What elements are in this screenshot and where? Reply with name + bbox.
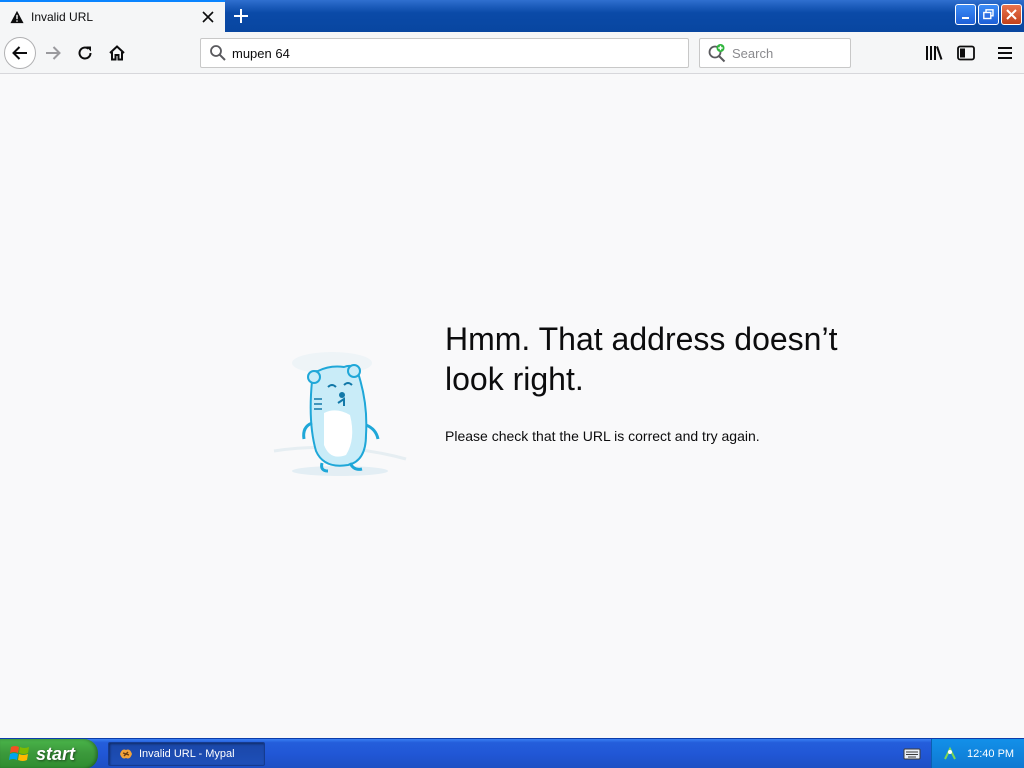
search-icon <box>210 45 226 61</box>
error-title: Hmm. That address doesn’t look right. <box>445 321 838 397</box>
start-label: start <box>36 743 76 764</box>
start-button[interactable]: start <box>0 739 98 768</box>
home-button[interactable] <box>101 37 133 69</box>
library-button[interactable] <box>918 37 950 69</box>
arrow-left-icon <box>12 46 27 60</box>
mypal-app-icon <box>120 749 132 759</box>
close-icon <box>1006 9 1017 20</box>
tab-invalid-url[interactable]: Invalid URL <box>0 0 225 32</box>
system-tray: 12:40 PM <box>931 739 1024 768</box>
close-icon <box>202 11 214 23</box>
windows-logo-icon <box>9 746 29 761</box>
tab-title: Invalid URL <box>31 10 94 24</box>
window-close-button[interactable] <box>1001 4 1022 25</box>
title-bar: Invalid URL <box>0 0 1024 32</box>
minimize-button[interactable] <box>955 4 976 25</box>
library-icon <box>926 46 943 60</box>
home-icon <box>109 45 125 61</box>
taskbar-window-label: Invalid URL - Mypal <box>139 748 235 760</box>
restore-icon <box>983 9 994 20</box>
arrow-right-icon <box>46 46 61 60</box>
search-engine-icon <box>708 44 726 63</box>
taskbar-window-mypal[interactable]: Invalid URL - Mypal <box>108 742 265 766</box>
sidebar-toggle-button[interactable] <box>950 37 982 69</box>
search-placeholder: Search <box>732 45 774 61</box>
new-tab-button[interactable] <box>228 4 254 28</box>
keyboard-icon[interactable] <box>903 746 921 762</box>
network-icon[interactable] <box>942 746 958 762</box>
clock[interactable]: 12:40 PM <box>967 748 1014 760</box>
error-mascot-illustration <box>273 352 407 476</box>
main-menu-button[interactable] <box>989 37 1021 69</box>
navigation-toolbar: mupen 64 Search <box>0 32 1024 74</box>
plus-icon <box>234 9 248 23</box>
tab-close-button[interactable] <box>196 5 220 29</box>
windows-taskbar: start Invalid URL - Mypal 12:40 PM <box>0 738 1024 768</box>
warning-icon <box>10 10 24 24</box>
hamburger-menu-icon <box>998 47 1012 59</box>
minimize-icon <box>961 16 969 19</box>
back-button[interactable] <box>4 37 36 69</box>
forward-button[interactable] <box>37 37 69 69</box>
sidebar-icon <box>957 45 975 61</box>
address-bar[interactable]: mupen 64 <box>200 38 689 68</box>
page-content: Hmm. That address doesn’t look right. Pl… <box>0 75 1024 737</box>
search-bar[interactable]: Search <box>699 38 851 68</box>
address-value: mupen 64 <box>232 45 290 61</box>
reload-button[interactable] <box>69 37 101 69</box>
reload-icon <box>78 46 92 60</box>
restore-button[interactable] <box>978 4 999 25</box>
error-description: Please check that the URL is correct and… <box>445 428 760 444</box>
